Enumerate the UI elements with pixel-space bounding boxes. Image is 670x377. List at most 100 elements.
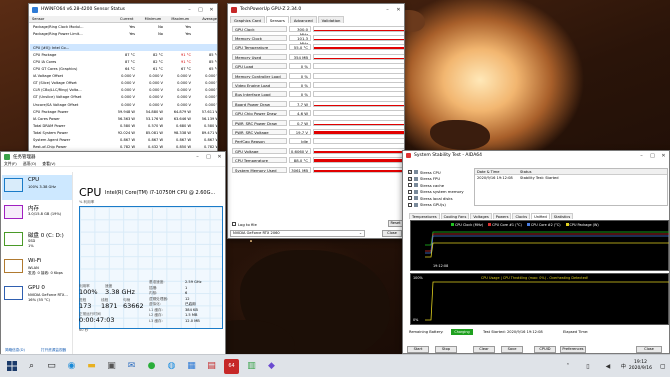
save-button[interactable]: Save xyxy=(501,346,523,353)
gpuz-titlebar[interactable]: TechPowerUp GPU-Z 2.34.0 – ✕ xyxy=(228,4,404,15)
maximize-icon[interactable]: □ xyxy=(647,151,658,160)
col-minimum[interactable]: Minimum xyxy=(133,17,162,21)
col-maximum[interactable]: Maximum xyxy=(161,17,189,21)
tab-advanced[interactable]: Advanced xyxy=(289,16,317,23)
sensor-row[interactable]: PWR_SRC Voltage 19.7 V xyxy=(232,128,404,135)
minimize-icon[interactable]: – xyxy=(184,4,195,15)
notification-icon[interactable]: ▢ xyxy=(660,363,670,370)
minimize-icon[interactable]: – xyxy=(192,152,203,161)
sensor-row[interactable]: Memory Controller Load 0 % xyxy=(232,72,404,79)
table-row[interactable]: Uncore/SA Voltage Offset 0.000 V 0.000 V 0.… xyxy=(30,101,217,108)
checkbox-box[interactable] xyxy=(408,189,412,194)
sensor-row[interactable]: Video Engine Load 0 % xyxy=(232,81,404,88)
sensor-label[interactable]: GPU Temperature xyxy=(232,44,287,51)
sensor-row[interactable]: Bus Interface Load 0 % xyxy=(232,91,404,98)
table-row[interactable]: CLR (CBo/LLC/Ring) Volta... 0.000 V 0.000 … xyxy=(30,87,217,94)
tab-sensors[interactable]: Sensors xyxy=(265,16,289,23)
checkbox-box[interactable] xyxy=(408,196,412,200)
table-row[interactable]: CPU Package 87 °C 82 °C 91 °C 85 °C xyxy=(30,51,217,58)
gpu-select-dropdown[interactable]: NVIDIA GeForce RTX 2060 ⌄ xyxy=(230,230,365,237)
menu-file[interactable]: 文件(F) xyxy=(4,161,17,167)
sensor-label[interactable]: PWR_SRC Voltage xyxy=(232,128,287,135)
hwinfo-titlebar[interactable]: HWiNFO64 v6.28-4200 Sensor Status – □ ✕ xyxy=(29,4,217,15)
tab-voltages[interactable]: Voltages xyxy=(470,213,492,219)
sidebar-item-memory[interactable]: 内存 3.0/15.8 GB (19%) xyxy=(2,202,72,227)
search-icon[interactable]: ⌕ xyxy=(24,359,39,374)
table-row[interactable]: iA Voltage Offset 0.000 V 0.000 V 0.000 V 0.… xyxy=(30,73,217,80)
table-row[interactable]: CPU [#0]: Intel Co... xyxy=(30,44,217,52)
tab-unified[interactable]: Unified xyxy=(531,213,550,219)
sensor-label[interactable]: Video Engine Load xyxy=(232,81,287,88)
network-icon[interactable]: ▯ xyxy=(580,359,595,374)
table-row[interactable]: GT (Unslice) Voltage Offset 0.000 V 0.000 … xyxy=(30,94,217,101)
minimize-icon[interactable]: – xyxy=(382,4,393,15)
checkbox-box[interactable]: ✓ xyxy=(408,170,412,174)
stress-checkbox[interactable]: Stress system memory xyxy=(408,189,464,195)
sensor-label[interactable]: GPU Voltage xyxy=(232,147,287,154)
stress-checkbox[interactable]: Stress GPU(s) xyxy=(408,202,446,208)
resource-monitor-link[interactable]: 打开资源监视器 xyxy=(41,348,66,353)
tab-temperatures[interactable]: Temperatures xyxy=(409,213,440,219)
preferences-button[interactable]: Preferences xyxy=(560,346,586,353)
taskmanager-taskbar-icon[interactable]: ▥ xyxy=(244,359,259,374)
tab-validation[interactable]: Validation xyxy=(317,16,345,23)
stress-checkbox[interactable]: ✓ Stress CPU xyxy=(408,169,441,175)
minimize-icon[interactable]: – xyxy=(636,151,647,160)
tab-clocks[interactable]: Clocks xyxy=(512,213,531,219)
sensor-label[interactable]: GPU Clock xyxy=(232,25,287,32)
edge-icon[interactable]: ◉ xyxy=(64,359,79,374)
sidebar-item-wifi[interactable]: Wi-Fi WLAN 发送: 0 接收: 0 Kbps xyxy=(2,256,72,281)
stress-checkbox[interactable]: Stress cache xyxy=(408,182,444,188)
log-to-file-checkbox[interactable]: Log to file xyxy=(232,221,257,227)
sidebar-item-cpu[interactable]: CPU 100% 3.38 GHz xyxy=(2,175,72,200)
table-row[interactable]: Total System Power 92.024 W 85.081 W 98.338… xyxy=(30,129,217,136)
reset-button[interactable]: Reset xyxy=(388,220,403,227)
table-row[interactable]: IA Cores Power 56.363 W 53.176 W 63.646 W 56… xyxy=(30,115,217,122)
tab-statistics[interactable]: Statistics xyxy=(550,213,574,219)
windows-start-icon[interactable] xyxy=(4,359,19,374)
checkbox-box[interactable] xyxy=(408,202,412,207)
table-row[interactable]: GT (Slice) Voltage Offset 0.000 V 0.000 V 0… xyxy=(30,80,217,87)
sensor-label[interactable]: CPU Temperature xyxy=(232,157,287,164)
sensor-label[interactable]: Board Power Draw xyxy=(232,100,287,107)
tab-graphics-card[interactable]: Graphics Card xyxy=(230,16,265,23)
task-view-icon[interactable]: ▭ xyxy=(44,359,59,374)
sensor-row[interactable]: System Memory Used 3061 MB xyxy=(232,166,404,173)
sidebar-item-gpu[interactable]: GPU 0 NVIDIA GeForce RTX... 16% (55 °C) xyxy=(2,283,72,308)
sensor-row[interactable]: GPU Chip Power Draw 4.6 W xyxy=(232,110,404,117)
ime-indicator[interactable]: 中 xyxy=(621,363,626,370)
gpuz-close-button[interactable]: Close xyxy=(382,230,402,237)
aida64-taskbar-icon[interactable]: 64 xyxy=(224,358,239,374)
table-row[interactable]: Package/Ring Power Limit... Yes No Yes xyxy=(30,30,217,37)
sensor-row[interactable]: GPU Temperature 55.0 °C xyxy=(232,44,404,51)
sensor-row[interactable]: Board Power Draw 7.7 W xyxy=(232,100,404,107)
close-icon[interactable]: ✕ xyxy=(214,152,225,161)
col-average[interactable]: Average xyxy=(189,17,217,21)
hwinfo-taskbar-icon[interactable]: ▦ xyxy=(184,359,199,374)
table-row[interactable]: Package/Ring Clock Modul... Yes No Yes xyxy=(30,23,217,30)
stress-checkbox[interactable]: ✓ Stress FPU xyxy=(408,176,440,182)
maximize-icon[interactable]: □ xyxy=(203,152,214,161)
checkbox-box[interactable] xyxy=(408,183,412,187)
close-button[interactable]: Close xyxy=(636,346,662,353)
qq-browser-icon[interactable]: ◍ xyxy=(164,359,179,374)
aida64-titlebar[interactable]: System Stability Test - AIDA64 – □ ✕ xyxy=(403,151,669,160)
volume-icon[interactable]: ◀ xyxy=(600,359,615,374)
cpuid-button[interactable]: CPUID xyxy=(534,346,556,353)
clock[interactable]: 19:12 2020/9/16 xyxy=(629,360,652,372)
sensor-row[interactable]: GPU Load 0 % xyxy=(232,63,404,70)
tab-powers[interactable]: Powers xyxy=(492,213,512,219)
sensor-label[interactable]: Memory Clock xyxy=(232,34,287,41)
maximize-icon[interactable]: □ xyxy=(195,4,206,15)
table-row[interactable] xyxy=(30,37,217,44)
sensor-label[interactable]: Memory Used xyxy=(232,53,287,60)
sensor-row[interactable]: GPU Clock 300.0 MHz xyxy=(232,25,404,37)
sensor-label[interactable]: Memory Controller Load xyxy=(232,72,287,79)
table-row[interactable]: Total DRAM Power 0.580 W 0.570 W 0.680 W 0.5… xyxy=(30,122,217,129)
col-sensor[interactable]: Sensor xyxy=(29,17,106,21)
fewer-details-link[interactable]: 简略信息(D) xyxy=(5,348,25,353)
checkbox-box[interactable]: ✓ xyxy=(408,176,412,181)
mail-icon[interactable]: ✉ xyxy=(124,359,139,374)
sensor-row[interactable]: CPU Temperature 88.0 °C xyxy=(232,157,404,164)
taskmanager-titlebar[interactable]: 任务管理器 – □ ✕ xyxy=(1,152,225,161)
